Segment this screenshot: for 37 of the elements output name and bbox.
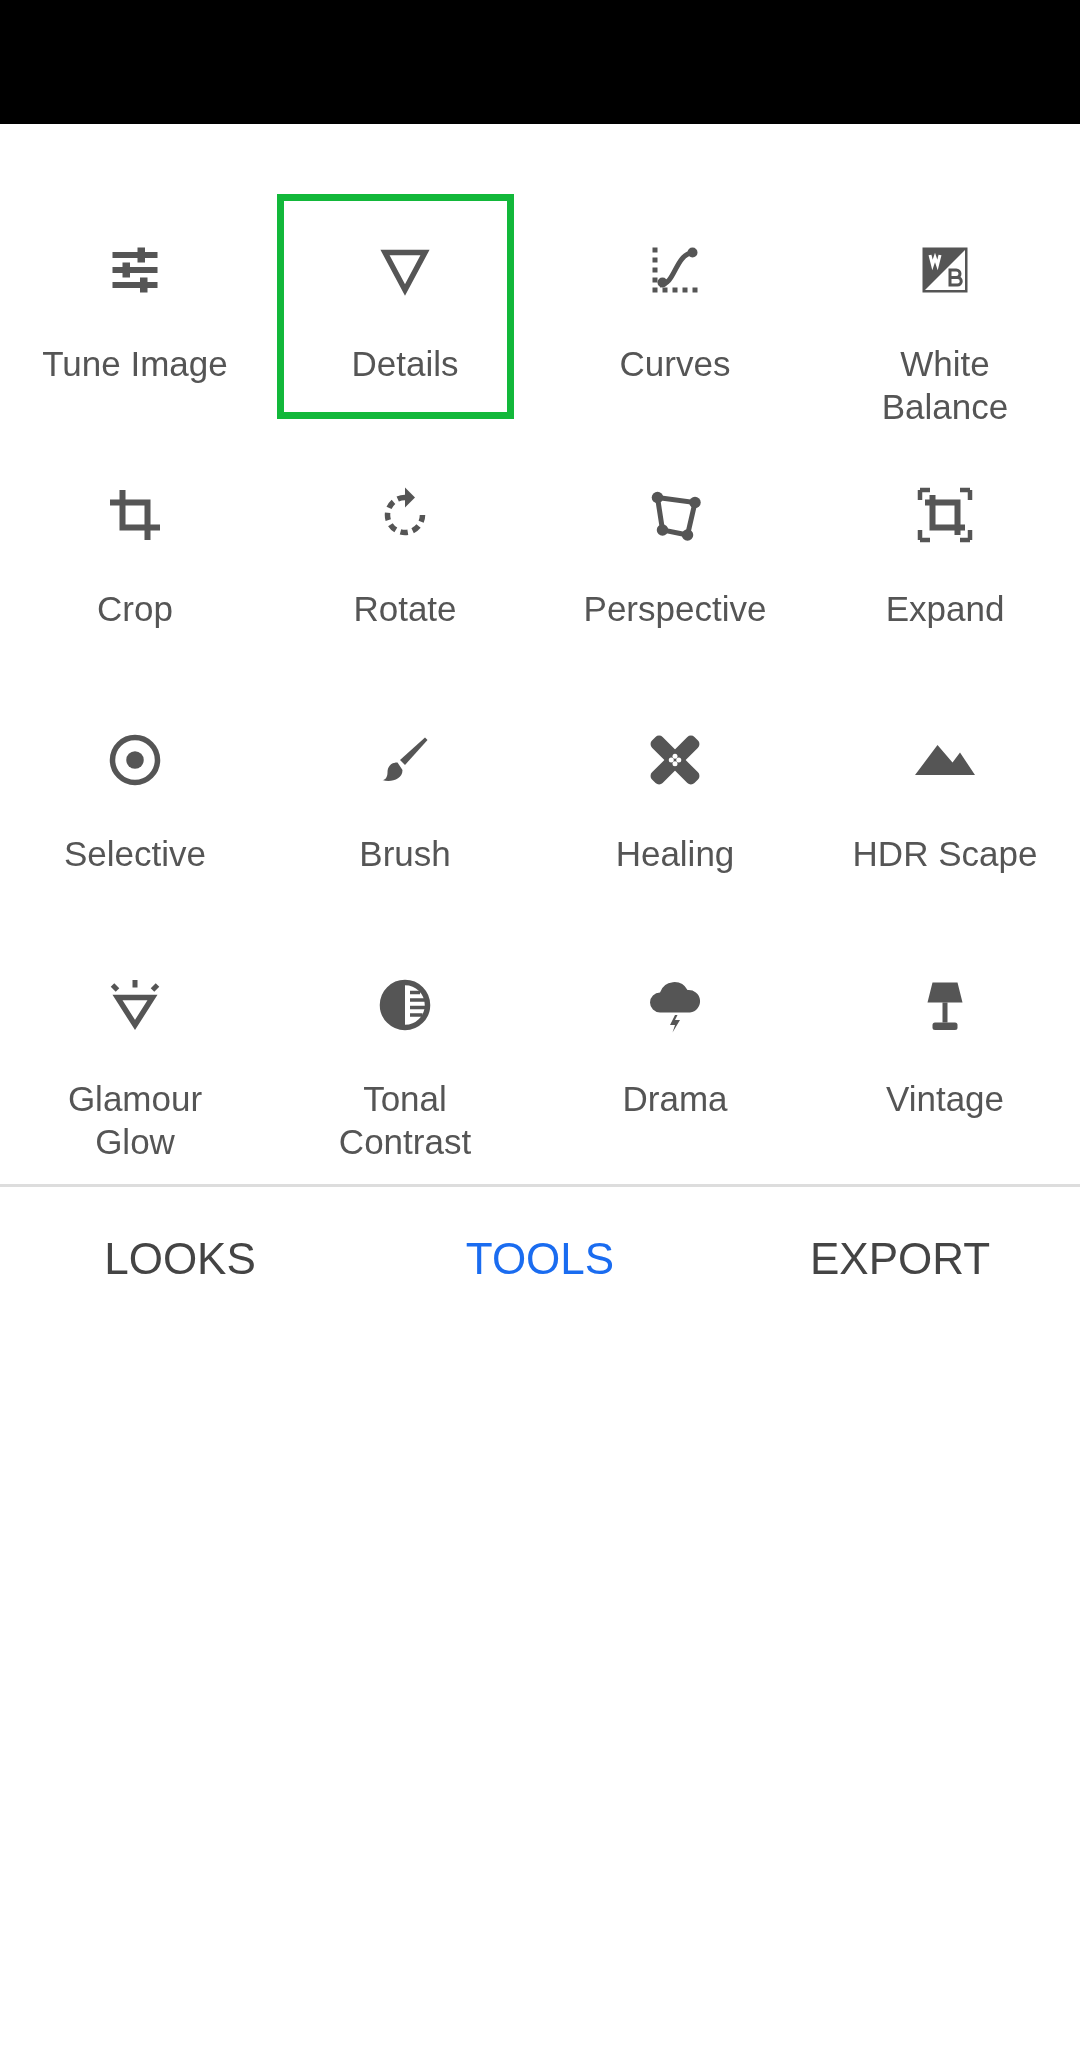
- tool-label: Crop: [96, 588, 174, 630]
- tool-item[interactable]: Glamour Glow: [0, 925, 270, 1170]
- tab[interactable]: TOOLS: [445, 1224, 635, 1294]
- tool-item[interactable]: Expand: [810, 435, 1080, 680]
- tool-label: Tonal Contrast: [337, 1078, 473, 1163]
- tool-item[interactable]: Healing: [540, 680, 810, 925]
- tool-label: Vintage: [884, 1078, 1006, 1120]
- tool-item[interactable]: HDR Scape: [810, 680, 1080, 925]
- tool-label: Rotate: [352, 588, 458, 630]
- tool-label: Drama: [621, 1078, 729, 1120]
- tool-label: Details: [350, 343, 460, 385]
- tool-item[interactable]: Details: [270, 190, 540, 435]
- tool-label: Healing: [614, 833, 736, 875]
- tool-item[interactable]: Vintage: [810, 925, 1080, 1170]
- tool-item[interactable]: Crop: [0, 435, 270, 680]
- tool-item[interactable]: Selective: [0, 680, 270, 925]
- tool-label: Selective: [63, 833, 207, 875]
- mountains-icon: [915, 745, 975, 775]
- tool-item[interactable]: Tonal Contrast: [270, 925, 540, 1170]
- tab[interactable]: EXPORT: [789, 1224, 1011, 1294]
- tool-label: Perspective: [582, 588, 768, 630]
- tool-item[interactable]: Tune Image: [0, 190, 270, 435]
- tool-label: Expand: [884, 588, 1006, 630]
- tab[interactable]: LOOKS: [84, 1224, 276, 1294]
- tool-label: HDR Scape: [851, 833, 1039, 875]
- tool-label: White Balance: [880, 343, 1010, 428]
- tool-item[interactable]: Brush: [270, 680, 540, 925]
- tool-item[interactable]: White Balance: [810, 190, 1080, 435]
- tool-item[interactable]: Perspective: [540, 435, 810, 680]
- tool-item[interactable]: Drama: [540, 925, 810, 1170]
- tool-label: Tune Image: [41, 343, 229, 385]
- tool-label: Brush: [358, 833, 452, 875]
- tool-item[interactable]: Curves: [540, 190, 810, 435]
- tool-label: Glamour Glow: [66, 1078, 204, 1163]
- expand-icon: [915, 485, 975, 545]
- tool-label: Curves: [618, 343, 732, 385]
- tool-item[interactable]: Rotate: [270, 435, 540, 680]
